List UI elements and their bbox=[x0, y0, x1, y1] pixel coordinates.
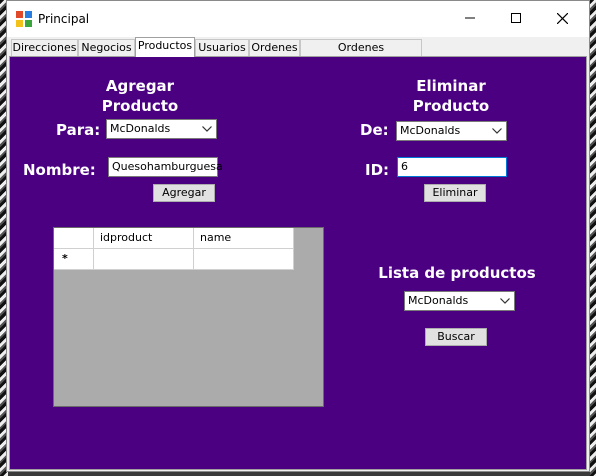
window-title: Principal bbox=[38, 12, 90, 26]
tab-ordenes[interactable]: Ordenes bbox=[249, 39, 300, 56]
close-button[interactable] bbox=[539, 1, 585, 35]
eliminar-heading-line1: Eliminar bbox=[416, 77, 486, 95]
minimize-button[interactable] bbox=[447, 1, 493, 35]
id-input[interactable]: 6 bbox=[397, 157, 507, 177]
de-combobox-value: McDonalds bbox=[400, 124, 461, 137]
tab-productos[interactable]: Productos bbox=[135, 37, 195, 57]
grid-new-row-marker: * bbox=[54, 249, 94, 270]
tab-strip: Direcciones Negocios Productos Usuarios … bbox=[9, 37, 587, 70]
chevron-down-icon bbox=[500, 298, 510, 304]
lista-heading: Lista de productos bbox=[378, 264, 536, 282]
lista-combobox[interactable]: McDonalds bbox=[404, 291, 515, 311]
title-bar: Principal bbox=[7, 1, 589, 37]
background-right bbox=[590, 0, 596, 476]
de-label: De: bbox=[360, 121, 389, 139]
main-window: Principal Direcciones Negocios Productos… bbox=[6, 0, 590, 472]
lista-combobox-value: McDonalds bbox=[408, 294, 469, 307]
maximize-button[interactable] bbox=[493, 1, 539, 35]
agregar-heading-line1: Agregar bbox=[105, 77, 175, 95]
maximize-icon bbox=[511, 13, 521, 23]
tab-direcciones[interactable]: Direcciones bbox=[11, 39, 78, 56]
nombre-input[interactable]: Quesohamburguesa bbox=[108, 157, 223, 177]
eliminar-button[interactable]: Eliminar bbox=[424, 184, 486, 202]
productos-panel: Agregar Producto Para: McDonalds Nombre:… bbox=[9, 56, 587, 470]
eliminar-heading-line2: Producto bbox=[412, 97, 490, 115]
app-icon bbox=[16, 11, 32, 27]
chevron-down-icon bbox=[202, 126, 212, 132]
close-icon bbox=[556, 12, 568, 24]
products-grid[interactable]: idproduct name * bbox=[53, 227, 324, 407]
para-combobox-value: McDonalds bbox=[110, 122, 171, 135]
tab-usuarios[interactable]: Usuarios bbox=[195, 39, 249, 56]
chevron-down-icon bbox=[492, 128, 502, 134]
para-label: Para: bbox=[56, 121, 101, 139]
nombre-label: Nombre: bbox=[23, 161, 96, 179]
agregar-heading-line2: Producto bbox=[101, 97, 179, 115]
grid-header-idproduct[interactable]: idproduct bbox=[94, 228, 194, 249]
grid-new-row-cell-idproduct[interactable] bbox=[94, 249, 194, 270]
grid-new-row-cell-name[interactable] bbox=[194, 249, 294, 270]
grid-corner-header bbox=[54, 228, 94, 249]
buscar-button[interactable]: Buscar bbox=[425, 328, 487, 346]
para-combobox[interactable]: McDonalds bbox=[106, 119, 217, 139]
tab-negocios[interactable]: Negocios bbox=[78, 39, 135, 56]
agregar-button[interactable]: Agregar bbox=[153, 184, 215, 202]
grid-header-name[interactable]: name bbox=[194, 228, 294, 249]
tab-ordenes-administrador[interactable]: Ordenes (Administrador) bbox=[300, 39, 422, 70]
de-combobox[interactable]: McDonalds bbox=[396, 121, 507, 141]
minimize-icon bbox=[465, 17, 475, 19]
id-label: ID: bbox=[365, 161, 390, 179]
